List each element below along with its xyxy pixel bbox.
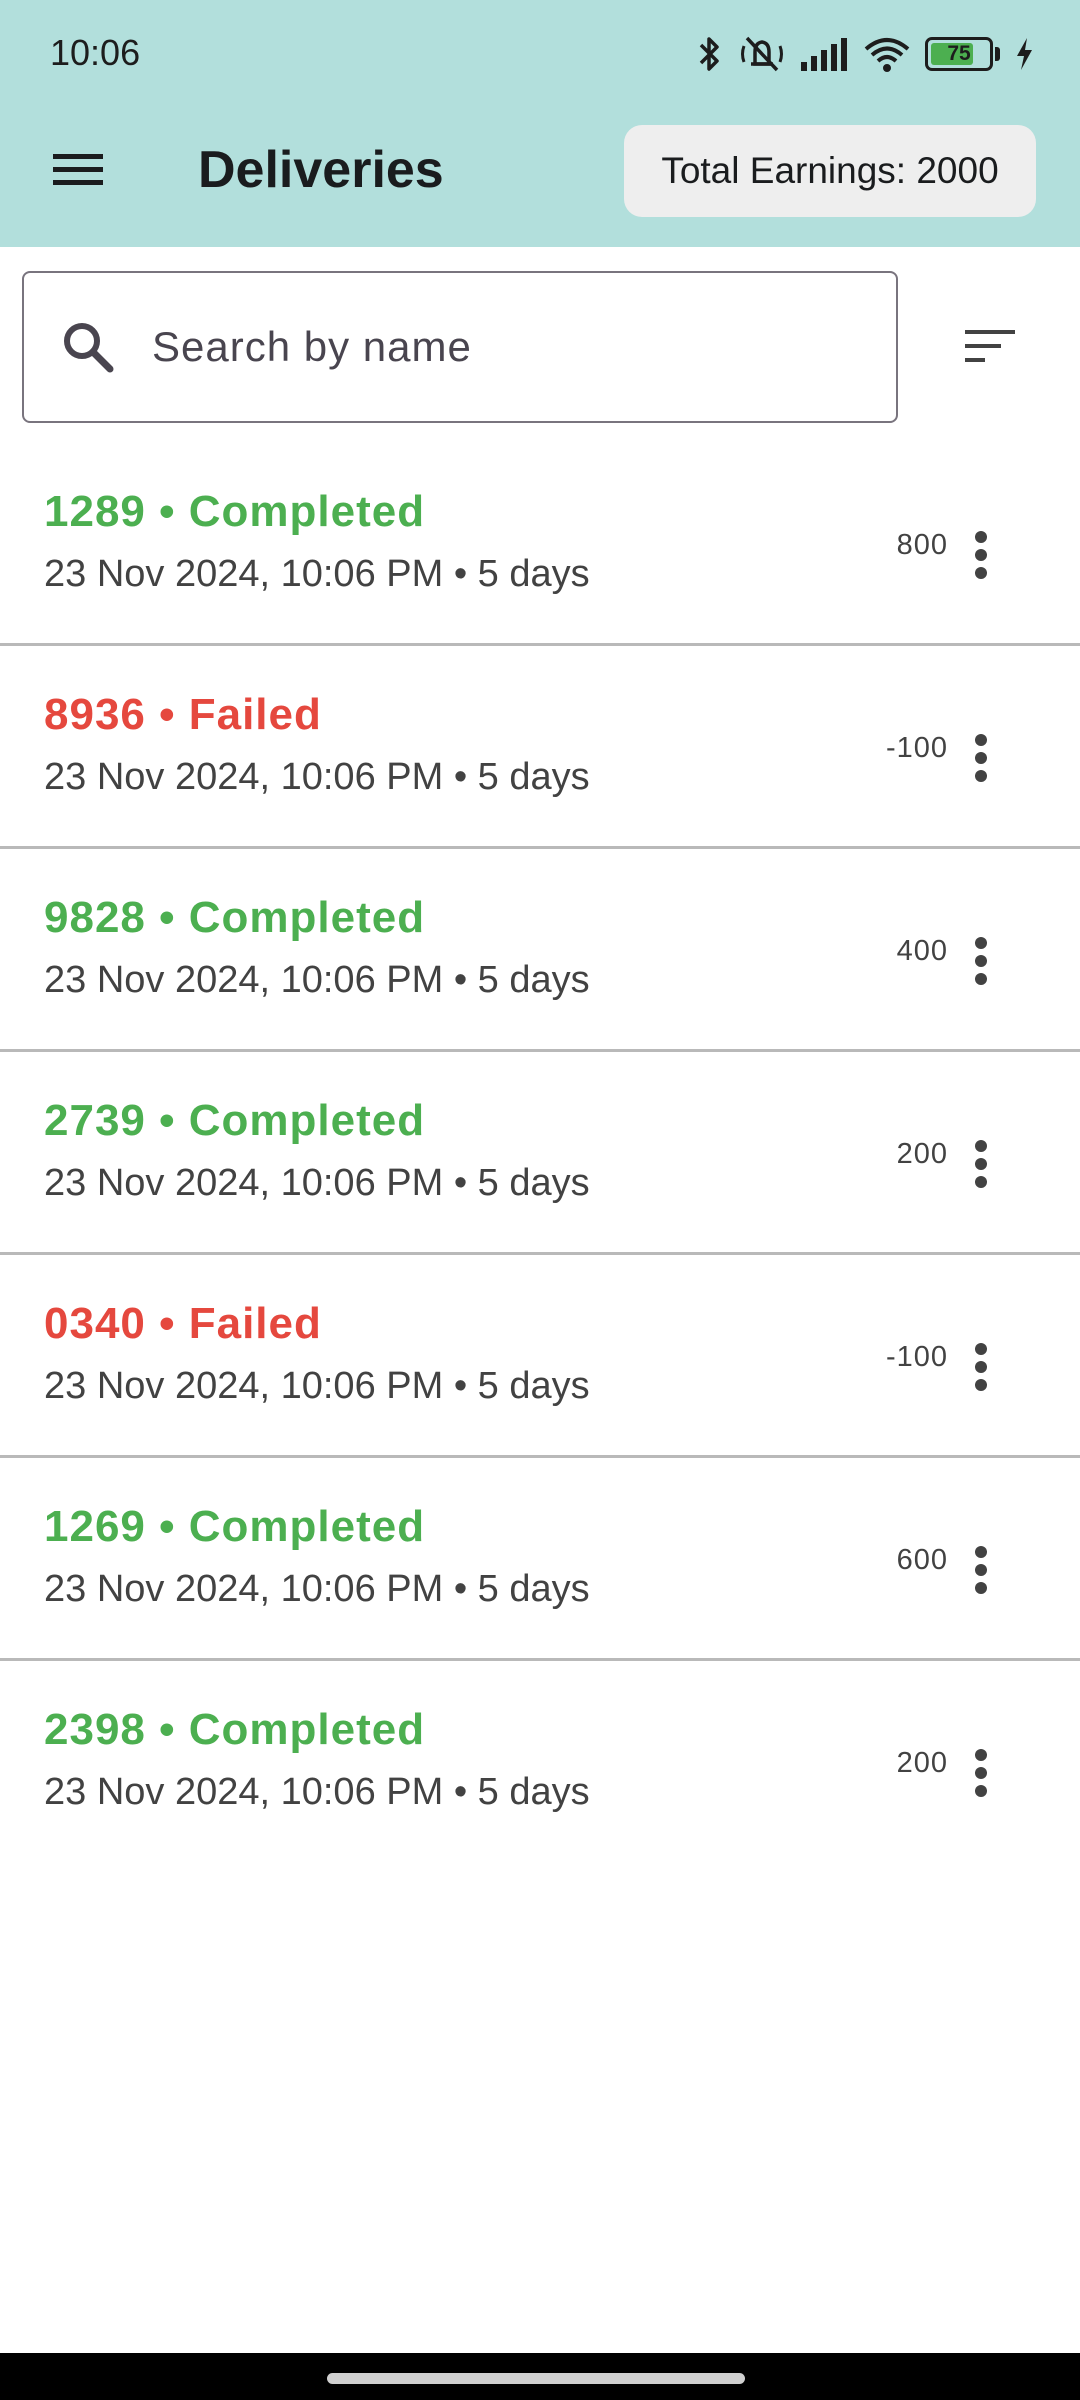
search-icon xyxy=(64,323,114,373)
delivery-subtitle: 23 Nov 2024, 10:06 PM • 5 days xyxy=(44,553,590,595)
delivery-row[interactable]: 2739 • Completed 23 Nov 2024, 10:06 PM •… xyxy=(0,1052,1080,1255)
battery-level: 75 xyxy=(947,42,971,65)
more-vert-icon xyxy=(975,531,987,579)
search-input[interactable] xyxy=(152,323,852,371)
deliveries-list: 1289 • Completed 23 Nov 2024, 10:06 PM •… xyxy=(0,443,1080,1864)
delivery-title: 2398 • Completed xyxy=(44,1705,426,1754)
delivery-subtitle: 23 Nov 2024, 10:06 PM • 5 days xyxy=(44,1365,590,1407)
delivery-amount: 200 xyxy=(896,1138,948,1170)
sort-button[interactable] xyxy=(940,300,1040,392)
menu-button[interactable] xyxy=(28,130,128,210)
more-options-button[interactable] xyxy=(956,1317,1006,1417)
menu-icon xyxy=(53,154,103,185)
charging-icon xyxy=(1017,38,1032,70)
more-options-button[interactable] xyxy=(956,1520,1006,1620)
delivery-amount: 400 xyxy=(896,935,948,967)
delivery-title: 1269 • Completed xyxy=(44,1502,426,1551)
delivery-title: 9828 • Completed xyxy=(44,893,426,942)
delivery-amount: 200 xyxy=(896,1747,948,1779)
more-options-button[interactable] xyxy=(956,1114,1006,1214)
battery-icon: 75 xyxy=(925,37,993,71)
more-vert-icon xyxy=(975,1749,987,1797)
delivery-amount: 600 xyxy=(896,1544,948,1576)
delivery-row[interactable]: 1269 • Completed 23 Nov 2024, 10:06 PM •… xyxy=(0,1458,1080,1661)
delivery-row[interactable]: 1289 • Completed 23 Nov 2024, 10:06 PM •… xyxy=(0,443,1080,646)
delivery-row[interactable]: 9828 • Completed 23 Nov 2024, 10:06 PM •… xyxy=(0,849,1080,1052)
wifi-icon xyxy=(864,38,910,72)
signal-icon xyxy=(801,38,847,71)
battery-cap xyxy=(995,47,1000,61)
more-options-button[interactable] xyxy=(956,505,1006,605)
delivery-subtitle: 23 Nov 2024, 10:06 PM • 5 days xyxy=(44,1568,590,1610)
delivery-title: 8936 • Failed xyxy=(44,690,322,739)
total-earnings-chip[interactable]: Total Earnings: 2000 xyxy=(624,125,1036,217)
more-options-button[interactable] xyxy=(956,708,1006,808)
delivery-row[interactable]: 8936 • Failed 23 Nov 2024, 10:06 PM • 5 … xyxy=(0,646,1080,849)
status-icons: 75 xyxy=(695,30,1034,78)
delivery-row[interactable]: 2398 • Completed 23 Nov 2024, 10:06 PM •… xyxy=(0,1661,1080,1864)
bluetooth-icon xyxy=(699,37,719,71)
delivery-subtitle: 23 Nov 2024, 10:06 PM • 5 days xyxy=(44,756,590,798)
more-vert-icon xyxy=(975,1343,987,1391)
more-vert-icon xyxy=(975,734,987,782)
app-bar: 10:06 75 Deliveries Total Earnings: 2000 xyxy=(0,0,1080,247)
delivery-amount: -100 xyxy=(885,732,948,764)
navigation-bar xyxy=(0,2353,1080,2400)
delivery-title: 2739 • Completed xyxy=(44,1096,426,1145)
vibrate-off-icon xyxy=(741,36,783,72)
sort-icon xyxy=(965,330,1015,362)
home-handle[interactable] xyxy=(327,2373,745,2384)
delivery-subtitle: 23 Nov 2024, 10:06 PM • 5 days xyxy=(44,1162,590,1204)
status-bar: 10:06 75 xyxy=(0,0,1080,110)
delivery-subtitle: 23 Nov 2024, 10:06 PM • 5 days xyxy=(44,959,590,1001)
delivery-subtitle: 23 Nov 2024, 10:06 PM • 5 days xyxy=(44,1771,590,1813)
status-time: 10:06 xyxy=(50,32,141,73)
more-vert-icon xyxy=(975,937,987,985)
more-vert-icon xyxy=(975,1546,987,1594)
search-box[interactable] xyxy=(22,271,898,423)
delivery-amount: -100 xyxy=(885,1341,948,1373)
delivery-title: 1289 • Completed xyxy=(44,487,426,536)
more-vert-icon xyxy=(975,1140,987,1188)
delivery-amount: 800 xyxy=(896,529,948,561)
delivery-title: 0340 • Failed xyxy=(44,1299,322,1348)
more-options-button[interactable] xyxy=(956,911,1006,1011)
delivery-row[interactable]: 0340 • Failed 23 Nov 2024, 10:06 PM • 5 … xyxy=(0,1255,1080,1458)
more-options-button[interactable] xyxy=(956,1723,1006,1823)
page-title: Deliveries xyxy=(198,141,444,199)
